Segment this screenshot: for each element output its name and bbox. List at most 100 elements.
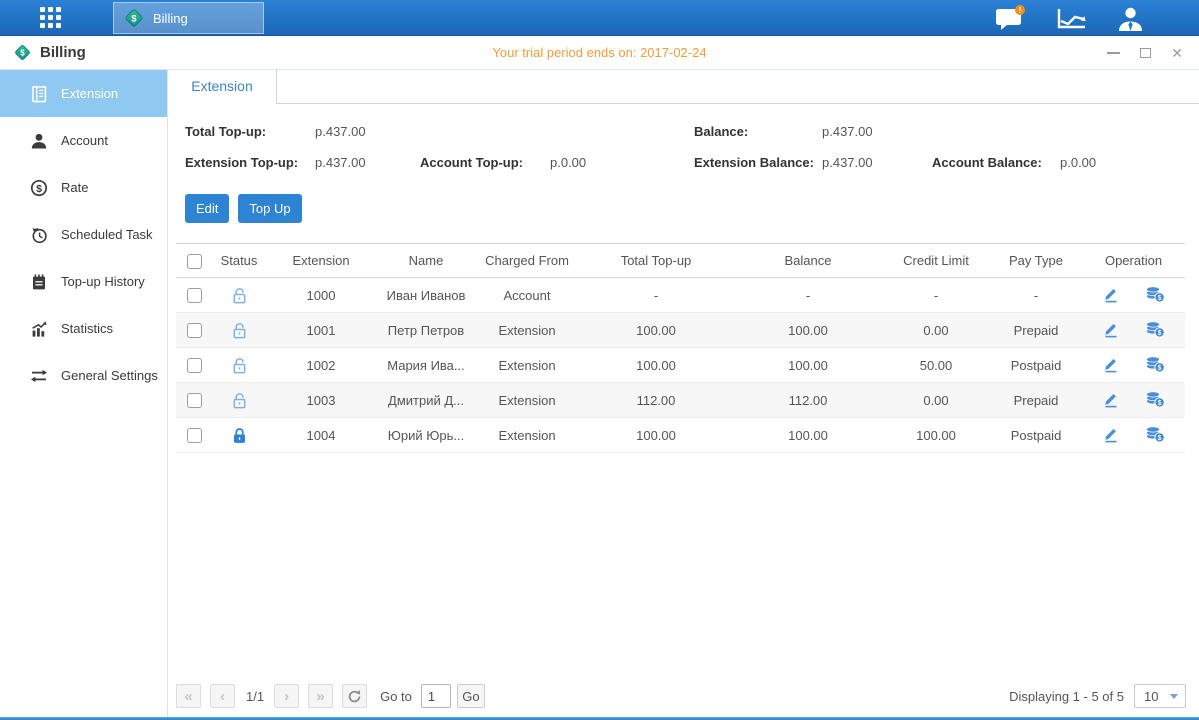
- maximize-button[interactable]: [1140, 48, 1151, 58]
- balance-label: Balance:: [694, 124, 748, 139]
- col-credit-limit: Credit Limit: [882, 244, 990, 278]
- go-button[interactable]: Go: [457, 684, 485, 708]
- col-charged-from: Charged From: [476, 244, 578, 278]
- table-row: 1002 Мария Ива... Extension 100.00 100.0…: [176, 348, 1185, 383]
- sidebar-item-general-settings[interactable]: General Settings: [0, 352, 167, 399]
- topup-row-icon[interactable]: $: [1145, 320, 1165, 341]
- row-checkbox[interactable]: [187, 428, 202, 443]
- col-pay-type: Pay Type: [990, 244, 1082, 278]
- sidebar-item-label: Statistics: [61, 321, 113, 336]
- table-row: 1001 Петр Петров Extension 100.00 100.00…: [176, 313, 1185, 348]
- topup-row-icon[interactable]: $: [1145, 390, 1165, 411]
- select-all-checkbox[interactable]: [187, 254, 202, 269]
- extension-cell: 1004: [266, 418, 376, 453]
- refresh-button[interactable]: [342, 684, 367, 708]
- extension-topup-label: Extension Top-up:: [185, 155, 298, 170]
- balance-value: p.437.00: [822, 124, 873, 139]
- top-up-button[interactable]: Top Up: [238, 194, 301, 223]
- window-titlebar: $ Billing Your trial period ends on: 201…: [0, 36, 1199, 70]
- svg-text:$: $: [1158, 295, 1162, 302]
- coins-icon: $: [1145, 355, 1165, 373]
- main-content: Extension Total Top-up: p.437.00 Balance…: [168, 70, 1199, 717]
- row-checkbox[interactable]: [187, 358, 202, 373]
- row-checkbox[interactable]: [187, 288, 202, 303]
- pencil-icon: [1102, 355, 1120, 373]
- last-page-button[interactable]: »: [308, 684, 333, 708]
- charged-from-cell: Account: [476, 278, 578, 313]
- bar-chart-icon: [30, 320, 48, 338]
- chevron-down-icon: [1170, 694, 1178, 699]
- credit-limit-cell: 100.00: [882, 418, 990, 453]
- balance-cell: -: [734, 278, 882, 313]
- sidebar-item-label: Rate: [61, 180, 88, 195]
- extension-cell: 1003: [266, 383, 376, 418]
- row-checkbox[interactable]: [187, 323, 202, 338]
- user-menu-button[interactable]: [1117, 6, 1144, 31]
- line-chart-icon: [1056, 7, 1087, 30]
- statistics-report-button[interactable]: [1056, 7, 1087, 30]
- col-operation: Operation: [1082, 244, 1185, 278]
- edit-row-icon[interactable]: [1102, 390, 1120, 411]
- credit-limit-cell: -: [882, 278, 990, 313]
- name-cell: Иван Иванов: [376, 278, 476, 313]
- page-size-dropdown[interactable]: 10: [1134, 684, 1186, 708]
- sidebar-item-account[interactable]: Account: [0, 117, 167, 164]
- goto-page-input[interactable]: [421, 684, 451, 708]
- first-page-button[interactable]: «: [176, 684, 201, 708]
- tabstrip: Extension: [168, 70, 1199, 104]
- coins-icon: $: [1145, 390, 1165, 408]
- row-checkbox[interactable]: [187, 393, 202, 408]
- total-topup-value: p.437.00: [315, 124, 366, 139]
- taskbar-tab-label: Billing: [153, 11, 188, 26]
- svg-text:$: $: [36, 182, 42, 194]
- next-page-button[interactable]: ›: [274, 684, 299, 708]
- sidebar-item-extension[interactable]: Extension: [0, 70, 167, 117]
- edit-button[interactable]: Edit: [185, 194, 229, 223]
- col-balance: Balance: [734, 244, 882, 278]
- name-cell: Мария Ива...: [376, 348, 476, 383]
- total-topup-cell: 112.00: [578, 383, 734, 418]
- sidebar-item-scheduled-task[interactable]: Scheduled Task: [0, 211, 167, 258]
- minimize-button[interactable]: [1107, 52, 1120, 54]
- total-topup-cell: 100.00: [578, 418, 734, 453]
- sidebar-item-rate[interactable]: $ Rate: [0, 164, 167, 211]
- extension-cell: 1000: [266, 278, 376, 313]
- edit-row-icon[interactable]: [1102, 425, 1120, 446]
- sidebar-item-topup-history[interactable]: Top-up History: [0, 258, 167, 305]
- taskbar-tab-billing[interactable]: $ Billing: [113, 2, 264, 34]
- credit-limit-cell: 0.00: [882, 313, 990, 348]
- lock-closed-icon: [231, 426, 248, 445]
- total-topup-label: Total Top-up:: [185, 124, 266, 139]
- charged-from-cell: Extension: [476, 418, 578, 453]
- coins-icon: $: [1145, 425, 1165, 443]
- refresh-icon: [347, 689, 362, 704]
- extensions-table: Status Extension Name Charged From Total…: [176, 243, 1185, 453]
- apps-grid-icon[interactable]: [40, 7, 66, 29]
- total-topup-cell: -: [578, 278, 734, 313]
- balance-cell: 100.00: [734, 313, 882, 348]
- edit-row-icon[interactable]: [1102, 355, 1120, 376]
- name-cell: Дмитрий Д...: [376, 383, 476, 418]
- topup-row-icon[interactable]: $: [1145, 285, 1165, 306]
- col-name: Name: [376, 244, 476, 278]
- sidebar-item-statistics[interactable]: Statistics: [0, 305, 167, 352]
- topup-row-icon[interactable]: $: [1145, 355, 1165, 376]
- extension-balance-label: Extension Balance:: [694, 155, 814, 170]
- col-status: Status: [212, 244, 266, 278]
- prev-page-button[interactable]: ‹: [210, 684, 235, 708]
- edit-row-icon[interactable]: [1102, 285, 1120, 306]
- edit-row-icon[interactable]: [1102, 320, 1120, 341]
- table-row: 1003 Дмитрий Д... Extension 112.00 112.0…: [176, 383, 1185, 418]
- pencil-icon: [1102, 320, 1120, 338]
- lock-open-icon: [231, 391, 248, 410]
- topup-row-icon[interactable]: $: [1145, 425, 1165, 446]
- sidebar-item-label: Account: [61, 133, 108, 148]
- close-button[interactable]: ✕: [1171, 46, 1183, 60]
- name-cell: Юрий Юрь...: [376, 418, 476, 453]
- coins-icon: $: [1145, 285, 1165, 303]
- chat-bubble-icon: !: [995, 5, 1026, 31]
- lock-open-icon: [231, 321, 248, 340]
- notifications-button[interactable]: !: [995, 5, 1026, 31]
- tab-extension[interactable]: Extension: [168, 70, 277, 104]
- svg-text:$: $: [131, 13, 137, 23]
